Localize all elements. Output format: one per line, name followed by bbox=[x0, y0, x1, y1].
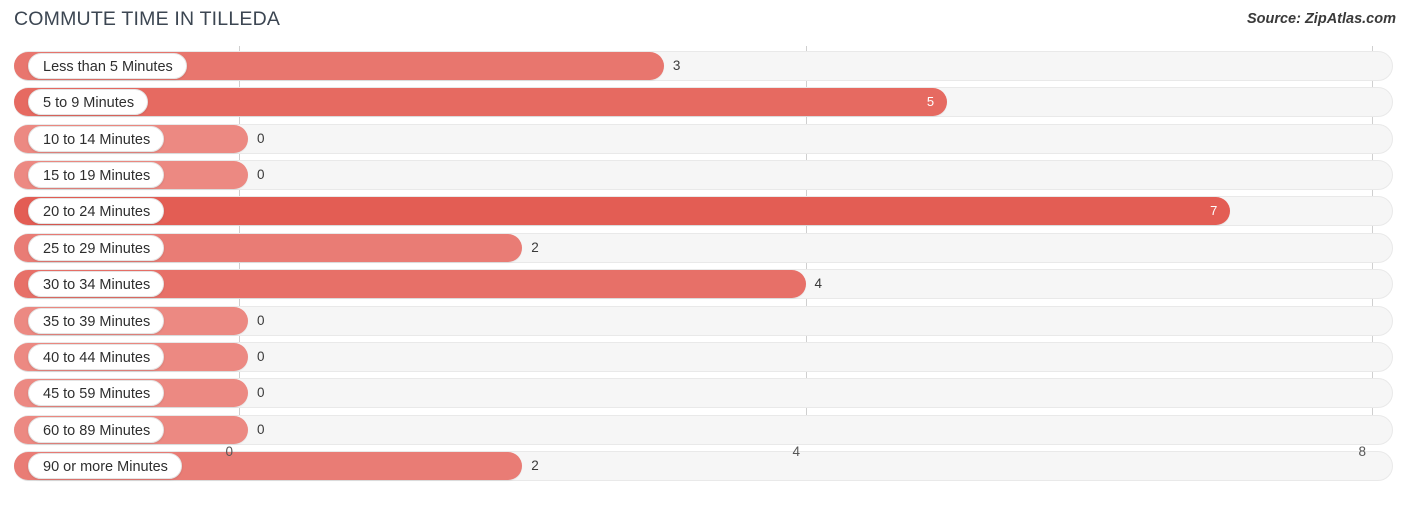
bar[interactable]: 5 bbox=[14, 88, 948, 117]
bar-row: 0 40 to 44 Minutes bbox=[0, 341, 1406, 373]
category-label[interactable]: 20 to 24 Minutes bbox=[28, 198, 165, 225]
bar-value-label: 4 bbox=[814, 276, 823, 292]
bar-value-label: 2 bbox=[531, 239, 539, 255]
x-axis-tick-label: 4 bbox=[792, 444, 800, 459]
x-axis-tick-label: 0 bbox=[225, 444, 233, 459]
category-label[interactable]: 60 to 89 Minutes bbox=[28, 416, 165, 443]
bar-row: 2 25 to 29 Minutes bbox=[0, 232, 1406, 264]
bar-value-label: 0 bbox=[257, 348, 265, 364]
category-label[interactable]: 30 to 34 Minutes bbox=[28, 271, 165, 298]
bar-value-label: 0 bbox=[257, 385, 265, 401]
category-label[interactable]: 40 to 44 Minutes bbox=[28, 343, 165, 370]
chart-header: COMMUTE TIME IN TILLEDA Source: ZipAtlas… bbox=[0, 0, 1406, 44]
category-label[interactable]: 15 to 19 Minutes bbox=[28, 162, 165, 189]
bar-row: 4 30 to 34 Minutes bbox=[0, 268, 1406, 300]
bar-row: 0 15 to 19 Minutes bbox=[0, 159, 1406, 191]
bar-value-label: 7 bbox=[1210, 203, 1218, 219]
bar-value-label: 0 bbox=[257, 167, 265, 183]
source-attribution: Source: ZipAtlas.com bbox=[1246, 11, 1396, 27]
bar-row: 7 20 to 24 Minutes bbox=[0, 195, 1406, 227]
bar-row: 0 10 to 14 Minutes bbox=[0, 123, 1406, 155]
bar-row: 0 45 to 59 Minutes bbox=[0, 377, 1406, 409]
bar-value-label: 3 bbox=[672, 58, 681, 73]
category-label[interactable]: 5 to 9 Minutes bbox=[28, 89, 149, 116]
bar-value-label: 5 bbox=[926, 94, 935, 110]
bar[interactable]: 7 bbox=[14, 197, 1231, 226]
x-axis-tick-label: 8 bbox=[1358, 444, 1366, 459]
category-label[interactable]: Less than 5 Minutes bbox=[28, 53, 187, 79]
category-label[interactable]: 35 to 39 Minutes bbox=[28, 307, 165, 334]
bar-value-label: 0 bbox=[257, 312, 265, 328]
category-label[interactable]: 45 to 59 Minutes bbox=[28, 380, 165, 407]
bar-value-label: 0 bbox=[257, 130, 265, 146]
category-label[interactable]: 25 to 29 Minutes bbox=[28, 234, 165, 261]
bar-row: 3 Less than 5 Minutes bbox=[0, 50, 1406, 82]
x-axis: 0 4 8 bbox=[0, 440, 1406, 480]
bar-row: 0 35 to 39 Minutes bbox=[0, 305, 1406, 337]
bar-row: 5 5 to 9 Minutes bbox=[0, 86, 1406, 118]
page-title: COMMUTE TIME IN TILLEDA bbox=[14, 8, 281, 30]
category-label[interactable]: 10 to 14 Minutes bbox=[28, 125, 165, 152]
chart-plot-area: 3 Less than 5 Minutes 5 5 to 9 Minutes 0 10 t… bbox=[0, 46, 1406, 486]
